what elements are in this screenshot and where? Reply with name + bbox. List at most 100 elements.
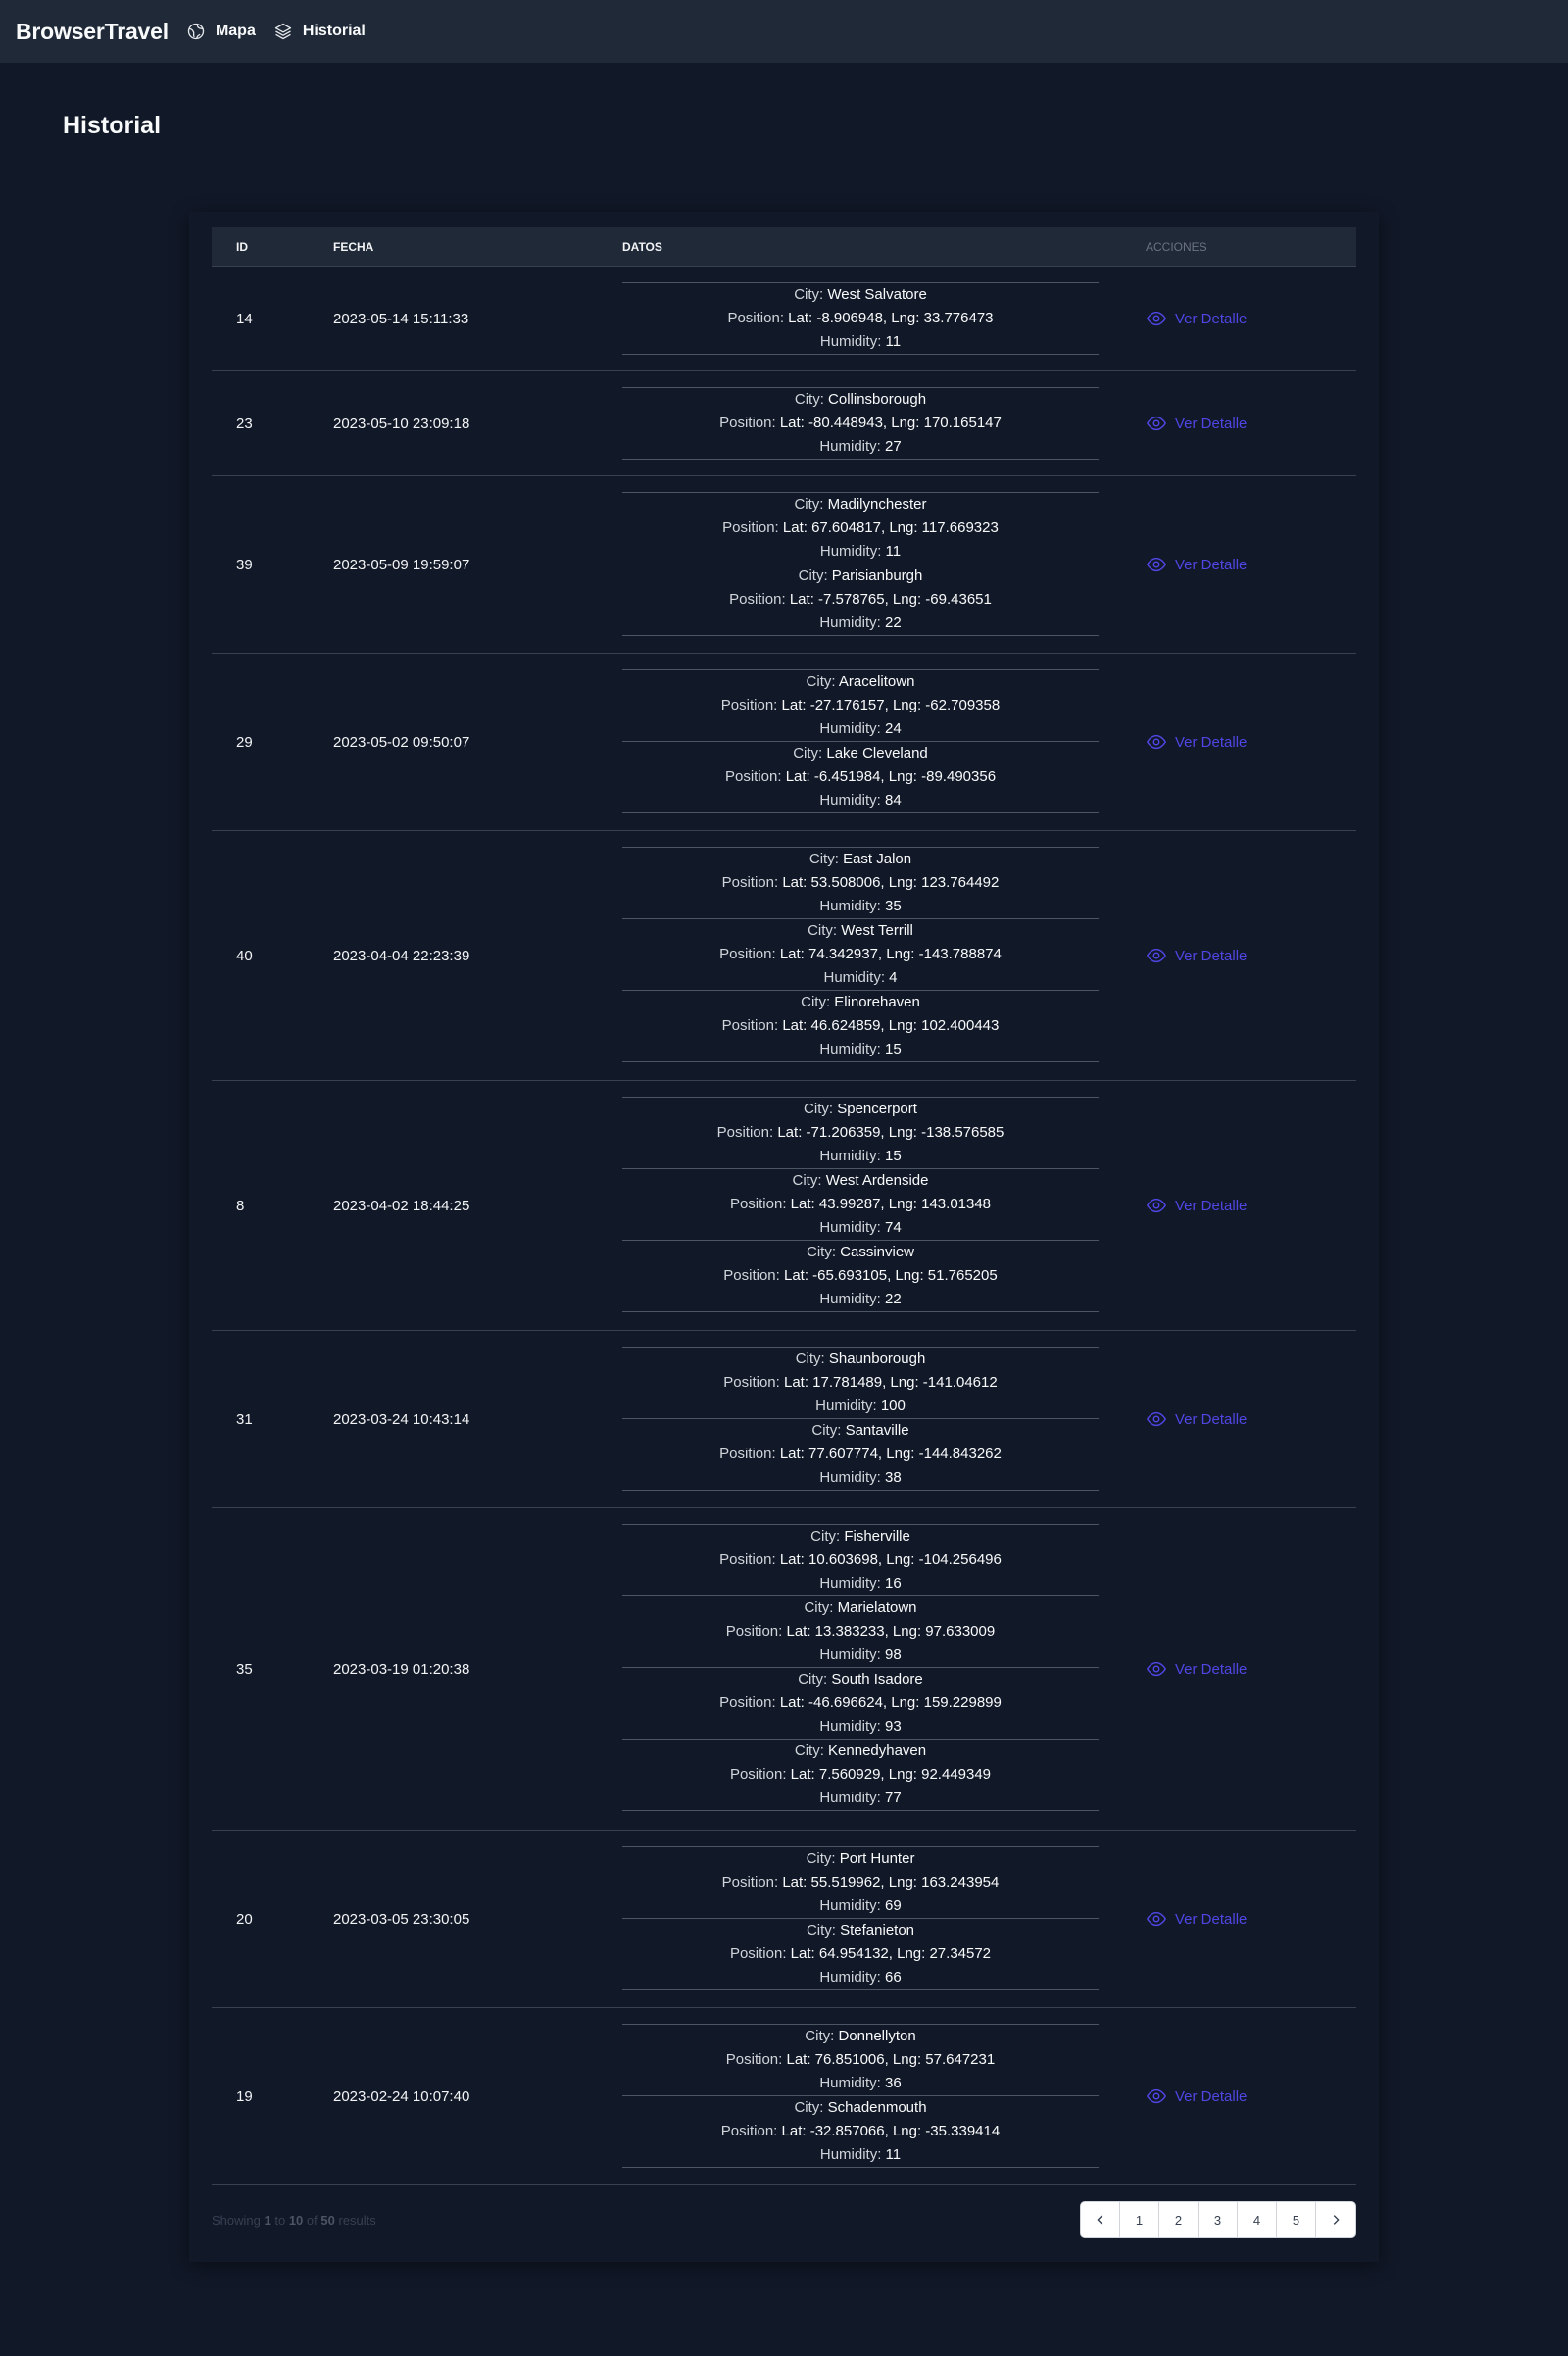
datos-entry: City: Elinorehaven Position: Lat: 46.6248… [622,990,1099,1062]
nav-link-mapa[interactable]: Mapa [186,22,256,41]
position-value: Lat: -8.906948, Lng: 33.776473 [788,310,994,326]
ver-detalle-link[interactable]: Ver Detalle [1146,1908,1247,1930]
humidity-line: Humidity: 98 [622,1644,1099,1667]
position-label: Position: [719,946,776,962]
ver-detalle-link[interactable]: Ver Detalle [1146,2086,1247,2107]
pagination-page-5[interactable]: 5 [1277,2202,1316,2237]
city-label: City: [808,851,839,867]
ver-detalle-label: Ver Detalle [1175,1910,1248,1928]
humidity-value: 69 [885,1897,902,1914]
humidity-value: 74 [885,1219,902,1236]
pagination-next-button[interactable] [1316,2202,1355,2237]
cell-datos: City: Collinsborough Position: Lat: -80.4… [622,387,1099,460]
pagination-page-4[interactable]: 4 [1238,2202,1277,2237]
ver-detalle-link[interactable]: Ver Detalle [1146,1658,1247,1680]
position-label: Position: [719,1694,776,1711]
pagination-page-3[interactable]: 3 [1199,2202,1238,2237]
ver-detalle-link[interactable]: Ver Detalle [1146,731,1247,753]
datos-entry: City: Port Hunter Position: Lat: 55.51996… [622,1846,1099,1918]
cell-id: 14 [236,310,253,327]
humidity-label: Humidity: [819,792,881,809]
datos-entry: City: Parisianburgh Position: Lat: -7.578… [622,564,1099,636]
position-label: Position: [729,1945,787,1962]
showing-to-word: to [274,2213,286,2228]
position-label: Position: [721,1017,779,1034]
position-value: Lat: 17.781489, Lng: -141.04612 [784,1374,998,1391]
ver-detalle-label: Ver Detalle [1175,1410,1248,1428]
eye-icon [1146,557,1167,572]
position-value: Lat: -46.696624, Lng: 159.229899 [779,1694,1002,1711]
ver-detalle-link[interactable]: Ver Detalle [1146,554,1247,575]
position-line: Position: Lat: 13.383233, Lng: 97.633009 [622,1620,1099,1644]
ver-detalle-link[interactable]: Ver Detalle [1146,945,1247,966]
position-label: Position: [729,1196,787,1212]
city-line: City: Kennedyhaven [622,1740,1099,1763]
position-line: Position: Lat: 10.603698, Lng: -104.2564… [622,1548,1099,1572]
ver-detalle-label: Ver Detalle [1175,947,1248,964]
city-line: City: East Jalon [622,848,1099,871]
ver-detalle-label: Ver Detalle [1175,310,1248,327]
city-line: City: Santaville [622,1419,1099,1443]
cell-id: 20 [236,1910,253,1928]
humidity-line: Humidity: 16 [622,1572,1099,1595]
position-line: Position: Lat: 46.624859, Lng: 102.40044… [622,1014,1099,1038]
position-label: Position: [723,1267,780,1284]
humidity-line: Humidity: 11 [622,330,1099,354]
table-row: 31 2023-03-24 10:43:14 City: Shaunborough P… [212,1331,1356,1508]
table-row: 8 2023-04-02 18:44:25 City: Spencerport Pos… [212,1081,1356,1331]
cell-id: 29 [236,733,253,751]
city-line: City: Stefanieton [622,1919,1099,1942]
position-value: Lat: 77.607774, Lng: -144.843262 [779,1446,1002,1462]
humidity-line: Humidity: 66 [622,1966,1099,1989]
city-value: Madilynchester [827,496,927,513]
city-value: Parisianburgh [831,567,923,584]
cell-fecha: 2023-05-02 09:50:07 [333,733,470,751]
ver-detalle-link[interactable]: Ver Detalle [1146,1195,1247,1216]
pagination-prev-button[interactable] [1081,2202,1120,2237]
eye-icon [1146,1411,1167,1427]
history-table: ID FECHA DATOS ACCIONES 14 2023-05-14 15:… [212,227,1356,2185]
showing-to: 10 [288,2213,304,2228]
top-navbar: BrowserTravel Mapa Historial [0,0,1568,63]
humidity-value: 11 [885,2146,902,2163]
city-label: City: [798,1671,828,1688]
city-label: City: [798,567,828,584]
ver-detalle-label: Ver Detalle [1175,556,1248,573]
pagination-page-2[interactable]: 2 [1159,2202,1199,2237]
table-row: 19 2023-02-24 10:07:40 City: Donnellyton Po… [212,2008,1356,2185]
ver-detalle-link[interactable]: Ver Detalle [1146,308,1247,329]
brand-logo[interactable]: BrowserTravel [16,19,169,45]
city-label: City: [794,2099,824,2116]
humidity-label: Humidity: [819,1291,881,1307]
showing-of-word: of [306,2213,318,2228]
page-title: Historial [63,112,162,139]
humidity-label: Humidity: [815,1398,877,1414]
position-line: Position: Lat: -6.451984, Lng: -89.49035… [622,765,1099,789]
datos-entry: City: Donnellyton Position: Lat: 76.85100… [622,2024,1099,2095]
position-label: Position: [727,310,784,326]
table-row: 40 2023-04-04 22:23:39 City: East Jalon Pos… [212,831,1356,1081]
humidity-line: Humidity: 27 [622,435,1099,459]
datos-entry: City: West Ardenside Position: Lat: 43.99… [622,1168,1099,1240]
humidity-label: Humidity: [819,333,882,350]
position-line: Position: Lat: 7.560929, Lng: 92.449349 [622,1763,1099,1787]
header-datos: DATOS [622,239,662,254]
datos-entry: City: Spencerport Position: Lat: -71.2063… [622,1097,1099,1168]
ver-detalle-link[interactable]: Ver Detalle [1146,413,1247,434]
showing-from: 1 [264,2213,271,2228]
position-line: Position: Lat: 67.604817, Lng: 117.66932… [622,516,1099,540]
ver-detalle-link[interactable]: Ver Detalle [1146,1408,1247,1430]
city-value: Collinsborough [828,391,927,408]
humidity-line: Humidity: 36 [622,2072,1099,2095]
humidity-value: 16 [885,1575,902,1592]
city-value: West Terrill [841,922,913,939]
header-acciones: ACCIONES [1146,239,1207,254]
humidity-line: Humidity: 11 [622,540,1099,564]
nav-link-historial[interactable]: Historial [273,22,366,41]
position-label: Position: [725,2051,783,2068]
pagination-page-1[interactable]: 1 [1120,2202,1159,2237]
city-label: City: [794,286,824,303]
eye-icon [1146,948,1167,963]
cell-datos: City: Shaunborough Position: Lat: 17.7814… [622,1347,1099,1491]
humidity-label: Humidity: [819,898,881,914]
